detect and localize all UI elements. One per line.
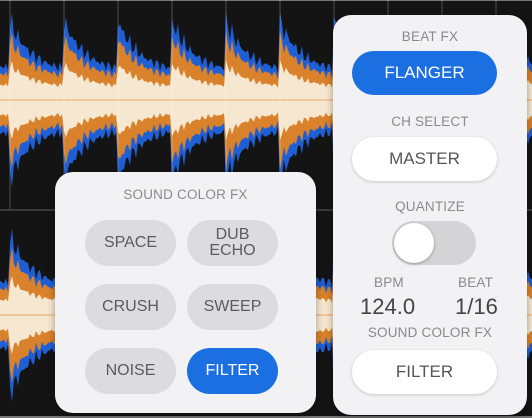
fx-space-label: SPACE <box>103 234 158 251</box>
fx-noise-label: NOISE <box>105 362 156 379</box>
fx-crush-button[interactable]: CRUSH <box>85 284 176 330</box>
fx-filter-label: FILTER <box>205 362 260 379</box>
fx-sweep-label: SWEEP <box>203 298 262 315</box>
ch-select-button[interactable]: MASTER <box>352 137 497 181</box>
beat-label: BEAT <box>458 275 494 290</box>
bpm-value: 124.0 <box>360 294 416 319</box>
ch-select-label: CH SELECT <box>391 114 469 129</box>
sound-color-fx-title: SOUND COLOR FX <box>123 187 248 202</box>
fx-space-button[interactable]: SPACE <box>85 220 176 266</box>
quantize-label: QUANTIZE <box>395 199 465 214</box>
fx-dub-echo-label: DUB ECHO <box>209 226 256 259</box>
fx-noise-button[interactable]: NOISE <box>85 348 176 394</box>
quantize-toggle[interactable] <box>392 221 476 265</box>
beat-fx-effect-button[interactable]: FLANGER <box>352 51 497 95</box>
quantize-toggle-knob <box>394 223 434 263</box>
sound-color-fx-button[interactable]: FILTER <box>352 350 497 394</box>
fx-sweep-button[interactable]: SWEEP <box>187 284 278 330</box>
beat-value[interactable]: 1/16 <box>455 294 498 320</box>
beat-fx-label: BEAT FX <box>401 29 459 44</box>
fx-filter-button[interactable]: FILTER <box>187 348 278 394</box>
bpm-label: BPM <box>374 275 404 290</box>
sound-color-fx-label: SOUND COLOR FX <box>367 325 493 340</box>
fx-crush-label: CRUSH <box>102 298 159 315</box>
fx-dub-echo-button[interactable]: DUB ECHO <box>187 220 278 266</box>
